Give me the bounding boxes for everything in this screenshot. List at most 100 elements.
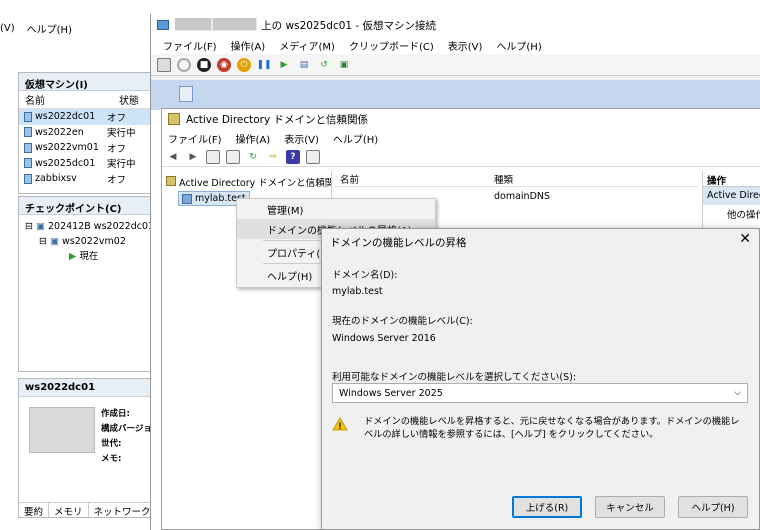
chevron-down-icon: ⌵ xyxy=(734,388,741,398)
vm-icon xyxy=(24,142,32,153)
domain-name-value: mylab.test xyxy=(332,286,383,297)
ad-menu-view[interactable]: 表示(V) xyxy=(284,131,319,146)
col-name[interactable]: 名前 xyxy=(19,92,113,107)
vm-row[interactable]: ws2025dc01 実行中 xyxy=(19,156,157,172)
level-select-value: Windows Server 2025 xyxy=(339,387,443,399)
detail-panel-title: ws2022dc01 xyxy=(19,379,157,397)
actions-other[interactable]: 他の操作 xyxy=(703,205,760,221)
vm-name: ws2022vm01 xyxy=(35,142,99,154)
current-level-label: 現在のドメインの機能レベル(C): xyxy=(332,316,473,327)
properties-icon[interactable] xyxy=(226,149,240,164)
hv-menu-help[interactable]: ヘルプ(H) xyxy=(27,21,72,36)
monitor-icon xyxy=(157,20,169,30)
current-level-value: Windows Server 2016 xyxy=(332,333,436,344)
ctx-manage[interactable]: 管理(M) xyxy=(237,199,435,219)
enhanced-session-icon[interactable]: ▣ xyxy=(337,58,351,72)
action-pane-icon[interactable] xyxy=(306,149,320,164)
power-icon[interactable]: ⏻ xyxy=(237,57,251,72)
vmc-menu-bar: ファイル(F) 操作(A) メディア(M) クリップボード(C) 表示(V) ヘ… xyxy=(151,36,760,54)
vm-state: オフ xyxy=(107,143,127,155)
vm-row[interactable]: ws2022vm01 オフ xyxy=(19,140,157,156)
ad-menu-action[interactable]: 操作(A) xyxy=(236,131,271,146)
ad-menu-file[interactable]: ファイル(F) xyxy=(168,131,222,146)
ctrl-alt-del-icon[interactable] xyxy=(157,57,171,72)
detail-panel: ws2022dc01 作成日: 構成バージョ 世代: メモ: 要約 メモリ ネッ… xyxy=(18,378,178,518)
ad-menu-bar: ファイル(F) 操作(A) 表示(V) ヘルプ(H) xyxy=(162,129,760,147)
vm-name: ws2022en xyxy=(35,126,84,138)
checkpoint-panel-title: チェックポイント(C) xyxy=(19,197,157,215)
vmc-menu-view[interactable]: 表示(V) xyxy=(448,38,483,53)
vmc-title-text: 上の ws2025dc01 - 仮想マシン接続 xyxy=(261,19,437,32)
vmc-menu-media[interactable]: メディア(M) xyxy=(279,38,335,53)
vm-panel: 仮想マシン(I) 名前 状態 ws2022dc01 オフ ws2022en 実行中 … xyxy=(18,72,158,194)
vm-icon xyxy=(24,127,32,138)
vm-row[interactable]: ws2022en 実行中 xyxy=(19,125,157,141)
shutdown-icon[interactable]: ◉ xyxy=(217,57,231,72)
ad-toolbar: ◀ ▶ ↻ ⇨ ? xyxy=(162,147,760,167)
vm-icon xyxy=(24,111,32,122)
domain-name-label: ドメイン名(D): xyxy=(332,270,398,281)
vm-name: zabbixsv xyxy=(35,173,77,185)
vm-state: オフ xyxy=(107,112,127,124)
detail-notes-label: メモ: xyxy=(101,454,122,464)
tree-root[interactable]: Active Directory ドメインと信頼関係 [ xyxy=(162,171,331,189)
checkpoint-panel: チェックポイント(C) ⊟ ▣ 202412B ws2022dc01 - ⊟ ▣… xyxy=(18,196,161,372)
svg-text:!: ! xyxy=(339,421,342,431)
detail-created-label: 作成日: xyxy=(101,409,130,419)
play-icon: ▶ xyxy=(69,251,77,262)
export-icon[interactable]: ⇨ xyxy=(266,150,280,164)
cancel-button[interactable]: キャンセル xyxy=(595,496,665,518)
show-tree-icon[interactable] xyxy=(206,149,220,164)
vm-icon xyxy=(24,158,32,169)
raise-button[interactable]: 上げる(R) xyxy=(512,496,582,518)
vm-columns: 名前 状態 xyxy=(19,91,157,109)
hv-menu-view[interactable]: (V) xyxy=(0,23,15,34)
turn-off-icon[interactable]: ■ xyxy=(197,57,211,72)
domain-icon xyxy=(182,193,192,204)
help-icon[interactable]: ? xyxy=(286,149,300,164)
vmc-menu-help[interactable]: ヘルプ(H) xyxy=(496,38,541,53)
vm-row[interactable]: ws2022dc01 オフ xyxy=(19,109,157,125)
list-col-type[interactable]: 種類 xyxy=(494,172,513,186)
hv-menu-bar: (V) ヘルプ(H) xyxy=(0,18,155,38)
vm-row[interactable]: zabbixsv オフ xyxy=(19,171,157,187)
tab-summary[interactable]: 要約 xyxy=(19,503,50,518)
checkpoint-icon[interactable]: ▤ xyxy=(297,58,311,72)
recycle-bin-icon[interactable] xyxy=(179,86,193,102)
vmc-menu-action[interactable]: 操作(A) xyxy=(231,38,266,53)
vmc-toolbar: ■ ◉ ⏻ ❚❚ ▶ ▤ ↺ ▣ xyxy=(151,54,760,76)
revert-icon[interactable]: ↺ xyxy=(317,58,331,72)
tab-network[interactable]: ネットワーク xyxy=(89,503,157,518)
actions-selected[interactable]: Active Direct xyxy=(703,187,760,205)
checkpoint-item[interactable]: ⊟ ▣ 202412B ws2022dc01 - xyxy=(25,219,161,234)
vmc-title-host-blurred: █████ ██████ xyxy=(175,19,256,31)
col-state[interactable]: 状態 xyxy=(113,92,139,107)
close-icon[interactable]: ✕ xyxy=(739,231,751,247)
back-icon[interactable]: ◀ xyxy=(166,150,180,164)
checkpoint-item[interactable]: ⊟ ▣ ws2022vm02 xyxy=(25,234,157,249)
tab-memory[interactable]: メモリ xyxy=(49,503,89,518)
pause-icon[interactable]: ❚❚ xyxy=(256,58,271,72)
level-select[interactable]: Windows Server 2025 ⌵ xyxy=(332,383,748,403)
checkpoint-current[interactable]: ▶ 現在 xyxy=(25,249,157,264)
ad-title-text: Active Directory ドメインと信頼関係 xyxy=(186,113,369,126)
vm-state: 実行中 xyxy=(107,128,136,140)
list-row-type: domainDNS xyxy=(494,190,551,202)
ad-titlebar: Active Directory ドメインと信頼関係 xyxy=(162,109,760,129)
vm-state: オフ xyxy=(107,174,127,186)
help-button[interactable]: ヘルプ(H) xyxy=(678,496,748,518)
vmc-menu-clipboard[interactable]: クリップボード(C) xyxy=(349,38,434,53)
forward-icon[interactable]: ▶ xyxy=(186,150,200,164)
detail-config-label: 構成バージョ xyxy=(101,424,152,434)
detail-generation-label: 世代: xyxy=(101,439,122,449)
warning-text: ドメインの機能レベルを昇格すると、元に戻せなくなる場合があります。ドメインの機能… xyxy=(364,416,740,440)
ad-menu-help[interactable]: ヘルプ(H) xyxy=(333,131,378,146)
actions-header: 操作 xyxy=(703,171,760,187)
ad-root-icon xyxy=(166,176,176,186)
refresh-icon[interactable]: ↻ xyxy=(246,150,260,164)
checkpoint-icon: ▣ xyxy=(49,236,59,247)
list-col-name[interactable]: 名前 xyxy=(334,172,494,186)
resume-icon[interactable]: ▶ xyxy=(277,58,291,72)
start-icon[interactable] xyxy=(177,57,191,72)
vmc-menu-file[interactable]: ファイル(F) xyxy=(163,38,217,53)
